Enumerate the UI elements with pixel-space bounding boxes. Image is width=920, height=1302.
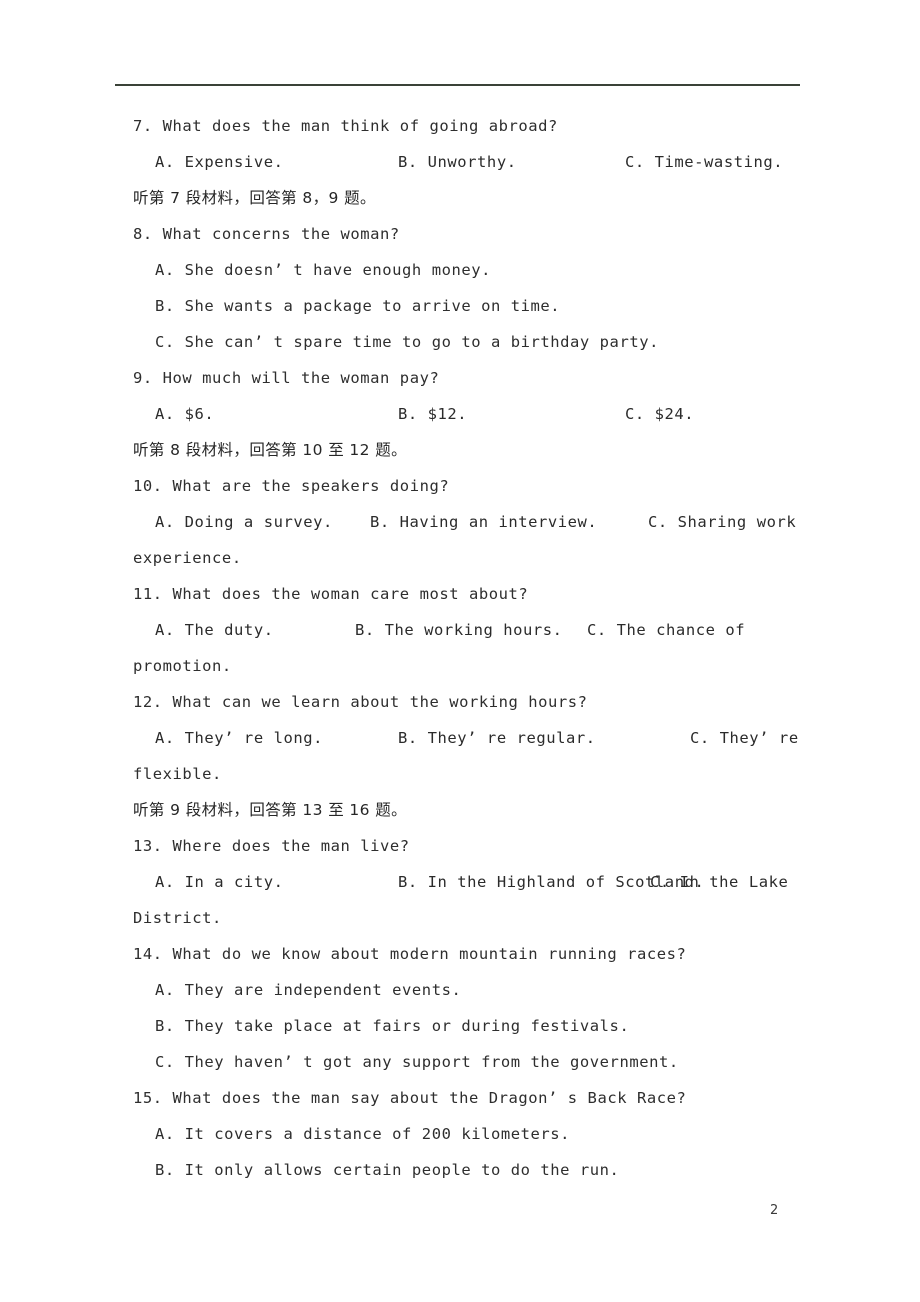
question-13-options-a: A. In a city. [155,873,284,891]
question-11-options: A. The duty. B. The working hours. C. The … [133,612,813,648]
question-11-options-a: A. The duty. [155,621,274,639]
question-13-options-c: C. In the Lake [650,873,789,891]
question-12-options: A. They’ re long. B. They’ re regular. C. … [133,720,813,756]
listening-instruction-material-9: 听第 9 段材料，回答第 13 至 16 题。 [133,801,408,819]
question-11-option-c-continued: promotion. [133,657,232,675]
question-10-stem: 10. What are the speakers doing? [133,477,450,495]
exam-question-list: 7. What does the man think of going abro… [133,108,813,1188]
question-12-options-b: B. They’ re regular. [398,729,596,747]
question-10-options-a: A. Doing a survey. [155,513,333,531]
question-14-option-b: B. They take place at fairs or during fe… [155,1017,630,1035]
page-number: 2 [770,1203,779,1218]
listening-instruction-material-8: 听第 8 段材料，回答第 10 至 12 题。 [133,441,408,459]
question-13-stem: 13. Where does the man live? [133,837,410,855]
question-15-option-b: B. It only allows certain people to do t… [155,1161,620,1179]
question-11-options-c: C. The chance of [587,621,746,639]
listening-instruction-material-7: 听第 7 段材料，回答第 8，9 题。 [133,189,376,207]
question-13-options: A. In a city. B. In the Highland of Scotl… [133,864,813,900]
question-10-options: A. Doing a survey. B. Having an interview… [133,504,813,540]
question-8-stem: 8. What concerns the woman? [133,225,400,243]
question-8-option-a: A. She doesn’ t have enough money. [155,261,491,279]
question-12-stem: 12. What can we learn about the working … [133,693,588,711]
question-11-stem: 11. What does the woman care most about? [133,585,529,603]
question-7-stem: 7. What does the man think of going abro… [133,117,558,135]
question-9-options-b: B. $12. [398,405,468,423]
question-7-options: A. Expensive. B. Unworthy. C. Time-wasting… [133,144,813,180]
question-8-option-c: C. She can’ t spare time to go to a birt… [155,333,659,351]
question-8-option-b: B. She wants a package to arrive on time… [155,297,561,315]
question-13-option-c-continued: District. [133,909,222,927]
page-header-rule [115,84,800,86]
question-10-options-c: C. Sharing work [648,513,797,531]
question-10-option-c-continued: experience. [133,549,242,567]
question-9-options: A. $6. B. $12. C. $24. [133,396,813,432]
question-7-options-a: A. Expensive. [155,153,284,171]
question-7-options-c: C. Time-wasting. [625,153,784,171]
question-12-option-c-continued: flexible. [133,765,222,783]
question-14-stem: 14. What do we know about modern mountai… [133,945,687,963]
question-7-options-b: B. Unworthy. [398,153,517,171]
question-11-options-b: B. The working hours. [355,621,563,639]
question-12-options-c: C. They’ re [690,729,799,747]
question-14-option-a: A. They are independent events. [155,981,462,999]
question-9-options-a: A. $6. [155,405,215,423]
question-12-options-a: A. They’ re long. [155,729,323,747]
exam-page: 7. What does the man think of going abro… [0,0,920,1302]
question-10-options-b: B. Having an interview. [370,513,598,531]
question-15-option-a: A. It covers a distance of 200 kilometer… [155,1125,571,1143]
question-9-options-c: C. $24. [625,405,695,423]
question-14-option-c: C. They haven’ t got any support from th… [155,1053,679,1071]
question-9-stem: 9. How much will the woman pay? [133,369,440,387]
question-15-stem: 15. What does the man say about the Drag… [133,1089,687,1107]
